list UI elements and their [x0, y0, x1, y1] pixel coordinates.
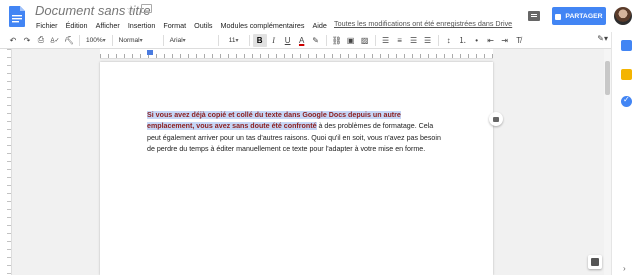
- document-body[interactable]: Si vous avez déjà copié et collé du text…: [147, 110, 443, 156]
- indent-marker[interactable]: [147, 50, 153, 55]
- toolbar-divider: [248, 34, 250, 46]
- docs-logo-icon[interactable]: [9, 6, 25, 27]
- menu-insertion[interactable]: Insertion: [128, 21, 156, 30]
- scrollbar-thumb[interactable]: [605, 61, 610, 95]
- paint-format-icon[interactable]: ⛏: [62, 34, 76, 47]
- link-icon[interactable]: ⛓: [330, 34, 344, 47]
- add-comment-button[interactable]: [489, 112, 503, 126]
- menu-fichier[interactable]: Fichier: [36, 21, 58, 30]
- toolbar-divider: [162, 34, 164, 46]
- header: Document sans titre ☆ Fichier Édition Af…: [0, 0, 640, 32]
- increase-indent-icon[interactable]: ⇥: [498, 34, 512, 47]
- save-status-link[interactable]: Toutes les modifications ont été enregis…: [334, 19, 512, 28]
- toolbar-divider: [325, 34, 327, 46]
- menu-bar: Fichier Édition Afficher Insertion Forma…: [32, 19, 331, 31]
- align-center-icon[interactable]: ≡: [393, 34, 407, 47]
- calendar-icon[interactable]: [621, 40, 632, 51]
- menu-modules[interactable]: Modules complémentaires: [221, 21, 305, 30]
- insert-comment-icon[interactable]: ▣: [344, 34, 358, 47]
- toolbar-divider: [374, 34, 376, 46]
- google-docs-window: Document sans titre ☆ Fichier Édition Af…: [0, 0, 640, 275]
- scrollbar[interactable]: [604, 49, 611, 275]
- bold-button[interactable]: B: [252, 33, 267, 47]
- tasks-icon[interactable]: [621, 95, 632, 107]
- toolbar-divider: [437, 34, 439, 46]
- menu-format[interactable]: Format: [163, 21, 186, 30]
- side-panel: ›: [611, 32, 640, 275]
- explore-button[interactable]: [588, 255, 602, 269]
- menu-aide[interactable]: Aide: [312, 21, 326, 30]
- font-select[interactable]: Arial: [167, 34, 215, 47]
- align-left-icon[interactable]: ☰: [379, 34, 393, 47]
- bulleted-list-icon[interactable]: •: [470, 34, 484, 47]
- redo-icon[interactable]: ↷: [20, 34, 34, 47]
- explore-icon: [591, 258, 599, 266]
- lock-icon: [555, 14, 562, 20]
- align-right-icon[interactable]: ☰: [407, 34, 421, 47]
- keep-icon[interactable]: [621, 69, 632, 80]
- zoom-select[interactable]: 100%: [83, 34, 109, 47]
- italic-button[interactable]: I: [267, 34, 281, 47]
- style-select[interactable]: Normal: [116, 34, 160, 47]
- comments-icon[interactable]: [528, 11, 540, 21]
- undo-icon[interactable]: ↶: [6, 34, 20, 47]
- avatar[interactable]: [614, 7, 632, 25]
- add-comment-icon: [493, 116, 499, 122]
- toolbar-divider: [111, 34, 113, 46]
- text-color-button[interactable]: A: [295, 34, 309, 47]
- toolbar-divider: [217, 34, 219, 46]
- toolbar-divider: [79, 34, 80, 46]
- font-size-select[interactable]: 11: [222, 34, 246, 47]
- align-justify-icon[interactable]: ☰: [421, 34, 435, 47]
- menu-afficher[interactable]: Afficher: [96, 21, 120, 30]
- clear-formatting-icon[interactable]: T̸: [512, 34, 526, 47]
- document-page[interactable]: Si vous avez déjà copié et collé du text…: [100, 62, 493, 275]
- horizontal-ruler[interactable]: [100, 49, 493, 59]
- star-icon[interactable]: ☆: [126, 3, 136, 16]
- chevron-right-icon[interactable]: ›: [623, 264, 626, 273]
- numbered-list-icon[interactable]: ⒈: [456, 34, 470, 47]
- folder-icon[interactable]: [141, 4, 152, 13]
- underline-button[interactable]: U: [281, 34, 295, 47]
- decrease-indent-icon[interactable]: ⇤: [484, 34, 498, 47]
- toolbar: ↶ ↷ ⎙ A̲✓ ⛏ 100% Normal Arial 11 B I U A…: [0, 32, 640, 49]
- print-icon[interactable]: ⎙: [34, 34, 48, 47]
- menu-edition[interactable]: Édition: [66, 21, 88, 30]
- share-button[interactable]: PARTAGER: [552, 7, 606, 25]
- editing-mode-icon[interactable]: ✎▾: [597, 34, 608, 43]
- highlight-icon[interactable]: ✎: [309, 34, 323, 47]
- line-spacing-icon[interactable]: ↕: [442, 34, 456, 47]
- insert-image-icon[interactable]: ▨: [358, 34, 372, 47]
- spellcheck-icon[interactable]: A̲✓: [48, 34, 62, 47]
- menu-outils[interactable]: Outils: [194, 21, 212, 30]
- vertical-ruler: [0, 49, 12, 275]
- share-label: PARTAGER: [565, 12, 603, 20]
